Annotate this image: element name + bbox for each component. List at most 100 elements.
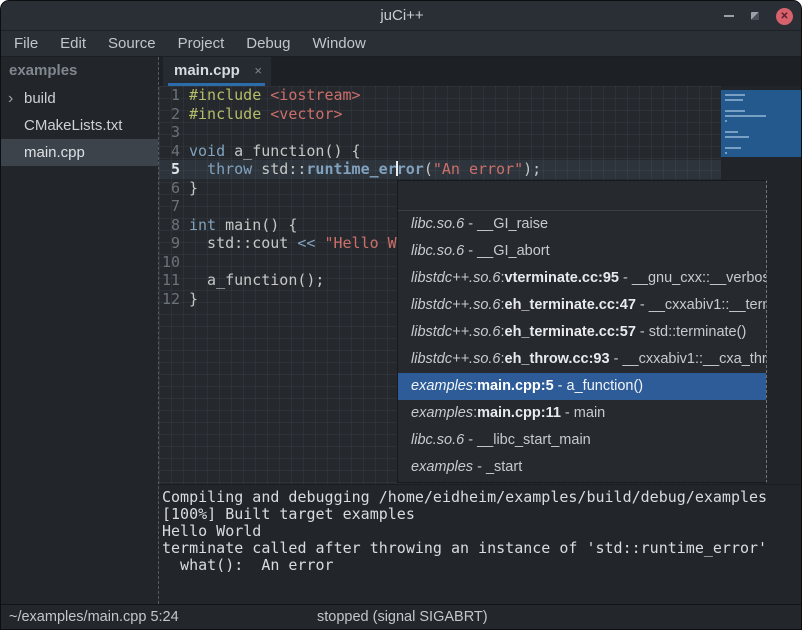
frame-library: examples (411, 459, 473, 475)
frame-function: __GI_abort (477, 243, 550, 259)
frame-library: libstdc++.so.6 (411, 351, 500, 367)
frame-function: std::terminate() (649, 324, 747, 340)
frame-separator: - (464, 432, 477, 448)
sidebar-item-build[interactable]: › build (1, 85, 158, 112)
line-number: 6 (159, 179, 185, 198)
code-line[interactable]: 3 (159, 123, 721, 142)
minimize-icon[interactable] (724, 15, 734, 17)
backtrace-row[interactable]: libc.so.6 - __GI_abort (398, 238, 766, 265)
code-token: <vector> (270, 105, 342, 123)
code-line[interactable]: 1#include <iostream> (159, 86, 721, 105)
minimap-code-line (725, 120, 727, 122)
backtrace-row[interactable]: libstdc++.so.6:eh_terminate.cc:57 - std:… (398, 319, 766, 346)
minimap-code-line (725, 99, 743, 101)
close-icon[interactable]: ✕ (776, 8, 793, 25)
titlebar[interactable]: juCi++ ✕ (1, 1, 802, 31)
frame-separator: - (464, 243, 477, 259)
window-title: juCi++ (1, 1, 802, 30)
code-token: throw (207, 160, 252, 178)
menu-item-debug[interactable]: Debug (235, 31, 301, 56)
frame-function: __cxxabiv1::__cxa_throw (622, 351, 766, 367)
backtrace-list: libc.so.6 - __GI_raiselibc.so.6 - __GI_a… (398, 211, 766, 481)
code-text: int main() { (185, 216, 297, 235)
backtrace-row[interactable]: libstdc++.so.6:eh_throw.cc:93 - __cxxabi… (398, 346, 766, 373)
code-text (185, 123, 189, 142)
backtrace-row[interactable]: examples:main.cpp:5 - a_function() (398, 373, 766, 400)
code-line[interactable]: 2#include <vector> (159, 105, 721, 124)
file-tree-panel: examples › build CMakeLists.txtmain.cpp (1, 57, 158, 604)
terminal-line: [100%] Built target examples (162, 506, 802, 523)
frame-library: libc.so.6 (411, 243, 464, 259)
line-number: 5 (159, 160, 185, 179)
line-number: 1 (159, 86, 185, 105)
line-number: 3 (159, 123, 185, 142)
frame-library: libstdc++.so.6 (411, 270, 500, 286)
menu-item-window[interactable]: Window (301, 31, 376, 56)
frame-library: libc.so.6 (411, 432, 464, 448)
menubar: FileEditSourceProjectDebugWindow (1, 31, 802, 57)
frame-function: a_function() (567, 378, 644, 394)
restore-icon[interactable] (751, 12, 759, 20)
sidebar-item-main-cpp[interactable]: main.cpp (1, 139, 158, 166)
backtrace-row[interactable]: libc.so.6 - __libc_start_main (398, 427, 766, 454)
sidebar-item-cmakelists-txt[interactable]: CMakeLists.txt (1, 112, 158, 139)
menu-item-project[interactable]: Project (167, 31, 236, 56)
frame-separator: - (554, 378, 567, 394)
code-token: << (297, 234, 315, 252)
backtrace-row[interactable]: examples:main.cpp:11 - main (398, 400, 766, 427)
popup-search-entry[interactable] (398, 181, 766, 211)
frame-file-line: eh_terminate.cc:57 (505, 324, 636, 340)
terminal-output[interactable]: Compiling and debugging /home/eidheim/ex… (159, 484, 802, 604)
frame-separator: - (610, 351, 623, 367)
expander-icon[interactable]: › (8, 85, 13, 112)
frame-file-line: eh_throw.cc:93 (505, 351, 610, 367)
minimap-slider[interactable] (721, 90, 802, 157)
file-label: build (24, 90, 56, 107)
tab-close-icon[interactable]: × (254, 57, 262, 84)
code-line[interactable]: 4void a_function() { (159, 142, 721, 161)
line-number: 12 (159, 290, 185, 309)
frame-function: __GI_raise (477, 216, 548, 232)
frame-file-line: vterminate.cc:95 (505, 270, 619, 286)
frame-file-line: main.cpp:5 (477, 378, 554, 394)
code-token: main() { (216, 216, 297, 234)
frame-library: libstdc++.so.6 (411, 324, 500, 340)
code-token: #include (189, 86, 261, 104)
backtrace-row[interactable]: libc.so.6 - __GI_raise (398, 211, 766, 238)
code-token: std:: (252, 160, 306, 178)
backtrace-row[interactable]: libstdc++.so.6:vterminate.cc:95 - __gnu_… (398, 265, 766, 292)
code-line[interactable]: 5 throw std::runtime_error("An error"); (159, 160, 721, 179)
line-number: 2 (159, 105, 185, 124)
line-number: 11 (159, 271, 185, 290)
window-controls: ✕ (724, 1, 793, 31)
menu-item-file[interactable]: File (3, 31, 49, 56)
terminal-line: Compiling and debugging /home/eidheim/ex… (162, 489, 802, 506)
tab-main-cpp[interactable]: main.cpp × (163, 57, 271, 86)
code-token: ); (523, 160, 541, 178)
frame-library: examples (411, 378, 473, 394)
backtrace-row[interactable]: examples - _start (398, 454, 766, 481)
tab-label: main.cpp (174, 57, 240, 84)
frame-file-line: main.cpp:11 (477, 405, 561, 421)
statusbar: ~/examples/main.cpp 5:24 stopped (signal… (1, 604, 802, 630)
menu-item-source[interactable]: Source (97, 31, 167, 56)
frame-function: __gnu_cxx::__verbose_terminate_handler() (632, 270, 766, 286)
code-token: void (189, 142, 225, 160)
terminal-line: what(): An error (162, 557, 802, 574)
frame-library: libc.so.6 (411, 216, 464, 232)
project-name-header: examples (1, 57, 158, 85)
menu-item-edit[interactable]: Edit (49, 31, 97, 56)
code-token (261, 86, 270, 104)
line-number: 10 (159, 253, 185, 272)
code-token: } (189, 179, 198, 197)
frame-separator: - (636, 297, 649, 313)
backtrace-row[interactable]: libstdc++.so.6:eh_terminate.cc:47 - __cx… (398, 292, 766, 319)
line-number: 7 (159, 197, 185, 216)
frame-file-line: eh_terminate.cc:47 (505, 297, 636, 313)
code-token: #include (189, 105, 261, 123)
code-token: } (189, 290, 198, 308)
frame-function: __cxxabiv1::__terminate(void (*)()) (649, 297, 766, 313)
minimap-code-line (725, 110, 745, 112)
code-editor[interactable]: 1#include <iostream>2#include <vector>34… (159, 86, 802, 484)
frame-library: examples (411, 405, 473, 421)
